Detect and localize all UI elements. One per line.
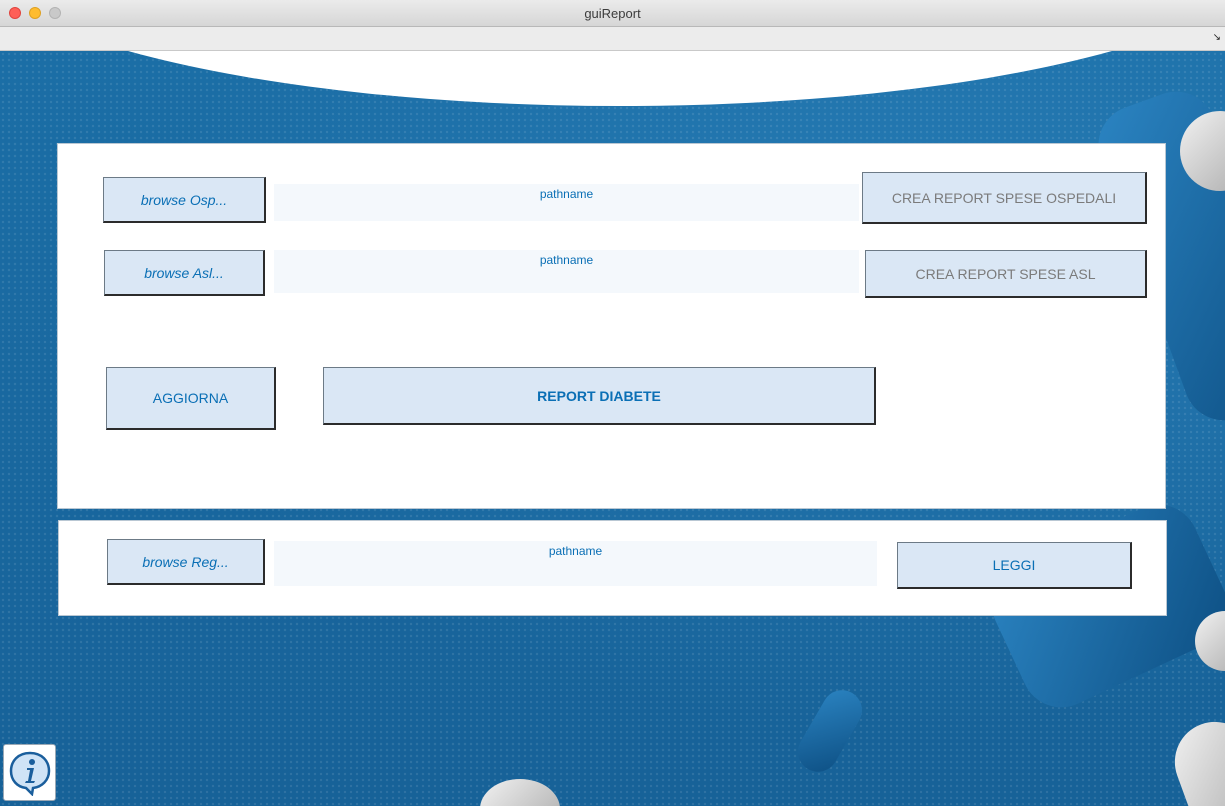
window-title: guiReport	[584, 6, 641, 21]
crea-report-ospedali-button[interactable]: CREA REPORT SPESE OSPEDALI	[862, 172, 1147, 224]
toolbar: ↘	[0, 27, 1225, 51]
osp-pathname-field[interactable]: pathname	[274, 184, 859, 221]
aggiorna-button[interactable]: AGGIORNA	[106, 367, 276, 430]
browse-reg-button[interactable]: browse Reg...	[107, 539, 265, 585]
resize-arrow-icon[interactable]: ↘	[1213, 32, 1221, 43]
app-content: browse Osp... pathname CREA REPORT SPESE…	[0, 51, 1225, 806]
leggi-button[interactable]: LEGGI	[897, 542, 1132, 589]
report-panel: browse Osp... pathname CREA REPORT SPESE…	[57, 143, 1166, 509]
asl-pathname-field[interactable]: pathname	[274, 250, 859, 293]
report-diabete-button[interactable]: REPORT DIABETE	[323, 367, 876, 425]
info-button[interactable]	[3, 744, 56, 801]
regione-panel: browse Reg... pathname LEGGI	[58, 520, 1167, 616]
title-bar: guiReport	[0, 0, 1225, 27]
browse-osp-button[interactable]: browse Osp...	[103, 177, 266, 223]
browse-asl-button[interactable]: browse Asl...	[104, 250, 265, 296]
crea-report-asl-button[interactable]: CREA REPORT SPESE ASL	[865, 250, 1147, 298]
reg-pathname-field[interactable]: pathname	[274, 541, 877, 586]
info-icon	[9, 751, 50, 796]
